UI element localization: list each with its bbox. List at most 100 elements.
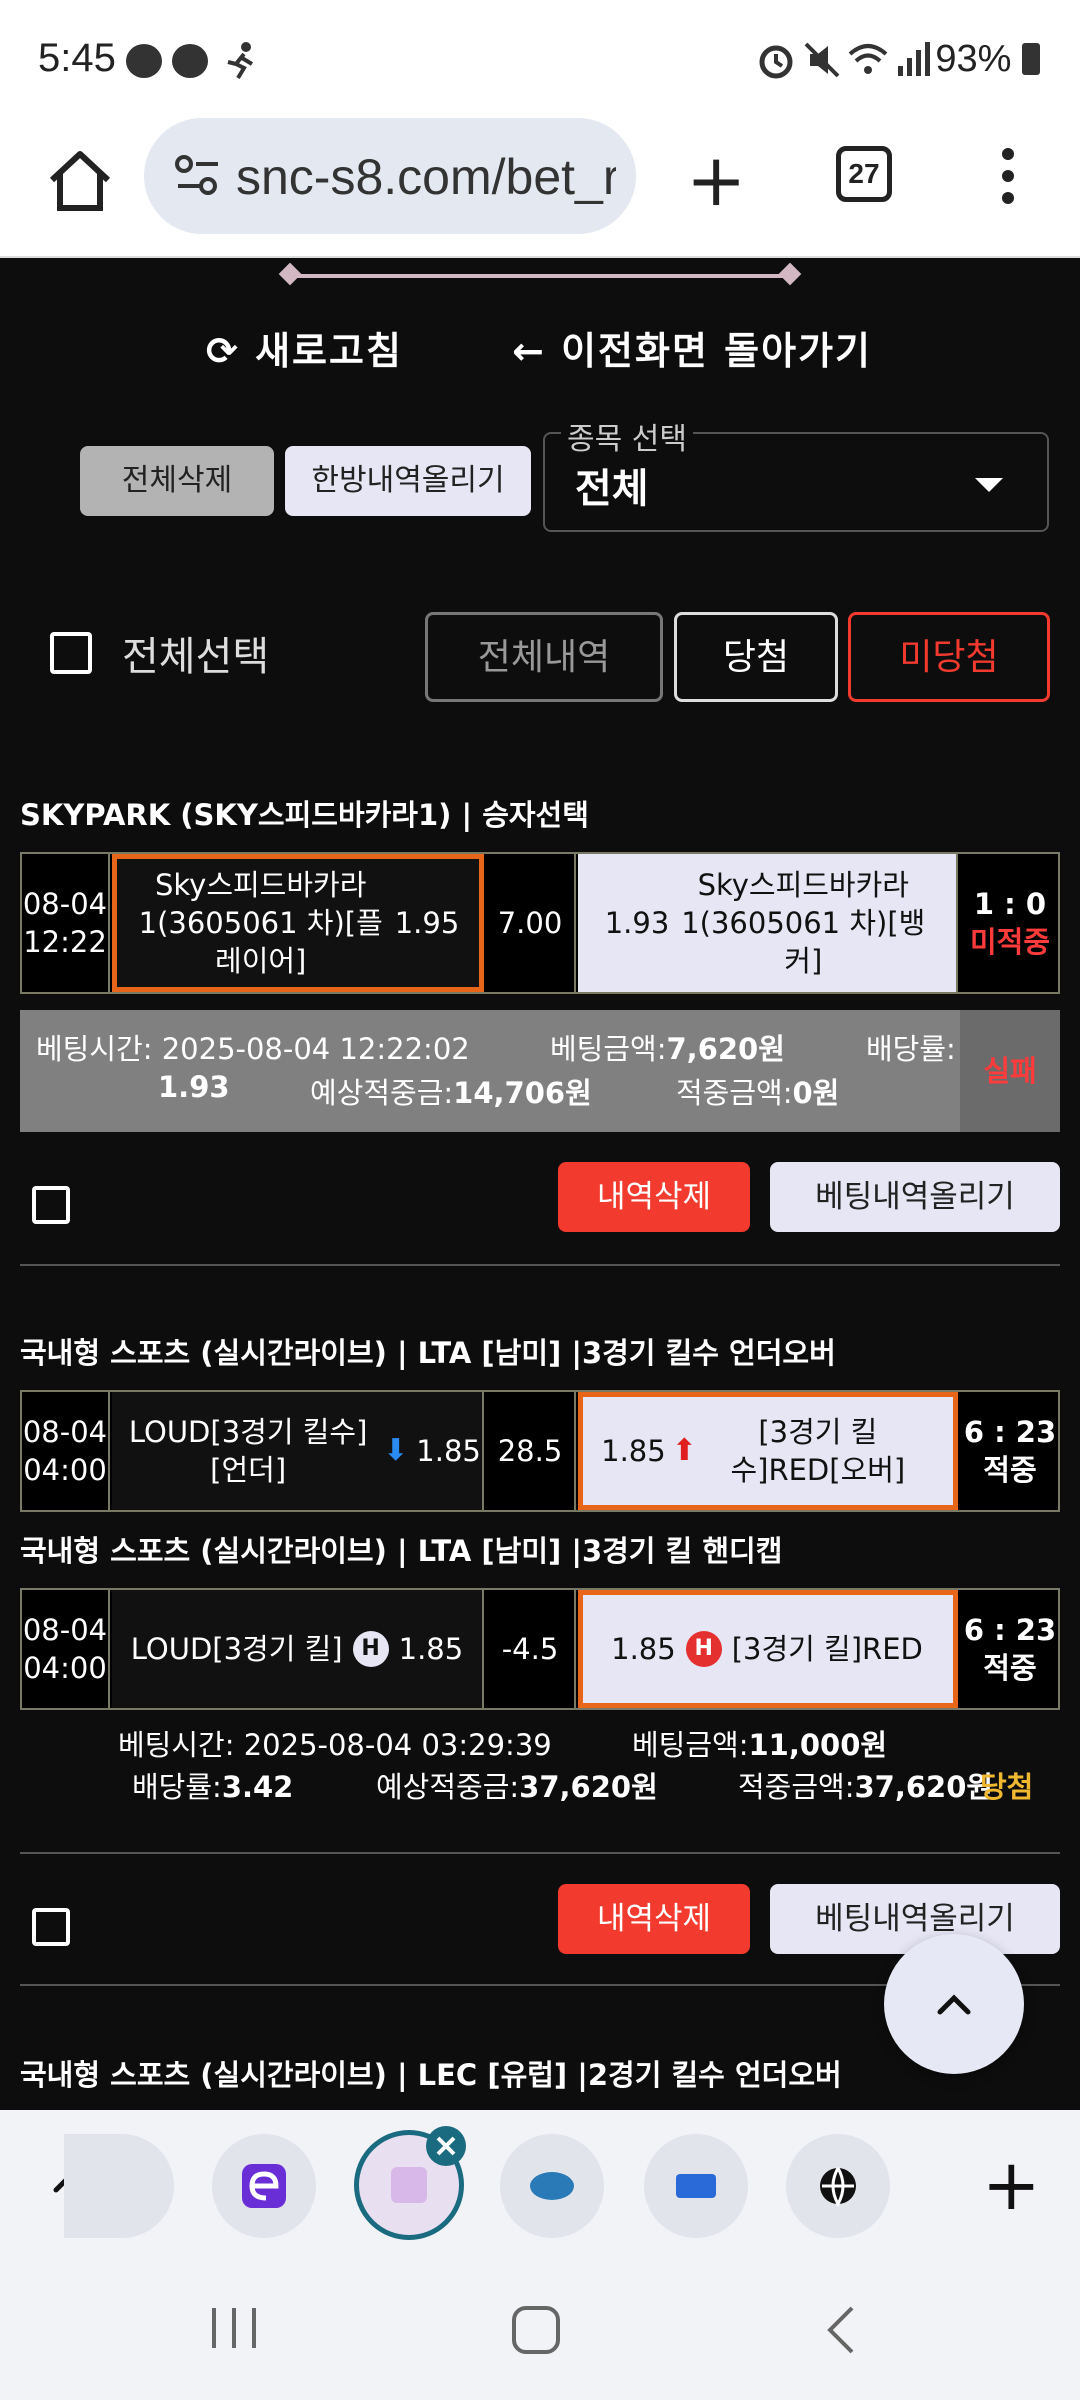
refresh-link[interactable]: ⟳ 새로고침 xyxy=(206,320,403,375)
arrow-down-icon: ⬇ xyxy=(383,1433,409,1468)
upload-all-button[interactable]: 한방내역올리기 xyxy=(285,446,531,516)
bet-time: 베팅시간: 2025-08-04 03:29:39 xyxy=(118,1728,552,1762)
wifi-icon xyxy=(848,44,888,74)
home-pick-cell[interactable]: LOUD[3경기 킬] H 1.85 xyxy=(112,1590,484,1708)
chevron-up-icon xyxy=(937,1994,971,2015)
browser-toolbar: snc-s8.com/bet_r + 27 xyxy=(0,118,1080,258)
away-pick-cell[interactable]: 1.85 ⬆ [3경기 킬수]RED[오버] xyxy=(578,1392,958,1510)
filter-lose-button[interactable]: 미당첨 xyxy=(848,612,1050,702)
game-datetime: 08-04 04:00 xyxy=(22,1590,110,1708)
tab-thumbnail[interactable] xyxy=(786,2134,890,2238)
status-time: 5:45 xyxy=(38,36,116,80)
draw-odds-cell[interactable]: 7.00 xyxy=(486,854,576,992)
won-amount: 적중금액:0원 xyxy=(676,1076,840,1110)
dolphin-app-icon xyxy=(530,2172,574,2200)
handicap-icon: H xyxy=(685,1631,722,1667)
game-result: 6 : 23 적중 xyxy=(963,1613,1057,1685)
tab-thumbnail[interactable] xyxy=(64,2134,174,2238)
more-menu-icon[interactable] xyxy=(1000,146,1016,206)
handicap-icon: H xyxy=(352,1631,389,1667)
expected-payout: 예상적중금:14,706원 xyxy=(310,1076,592,1110)
bet-row: 08-04 12:22 Sky스피드바카라1(3605061 차)[플레이어] 1… xyxy=(20,852,1060,994)
recent-apps-icon[interactable] xyxy=(206,2304,262,2352)
select-all-checkbox[interactable] xyxy=(50,632,92,674)
bet-info-panel: 베팅시간: 2025-08-04 12:22:02 베팅금액:7,620원 배당… xyxy=(20,1010,1060,1132)
status-bar: 5:45 93% xyxy=(0,0,1080,118)
edge-app-icon xyxy=(242,2164,286,2208)
dropdown-arrow-icon xyxy=(975,478,1003,492)
away-pick-cell[interactable]: 1.93 Sky스피드바카라1(3605061 차)[뱅커] xyxy=(578,854,958,992)
select-all-label: 전체선택 xyxy=(122,634,270,680)
arrow-left-icon: ← xyxy=(512,329,546,373)
sport-select-value: 전체 xyxy=(575,466,649,512)
bet-checkbox[interactable] xyxy=(32,1908,70,1946)
bet-row: 08-04 04:00 LOUD[3경기 킬수][언더] ⬇ 1.85 28.5 … xyxy=(20,1390,1060,1512)
scroll-top-button[interactable] xyxy=(884,1934,1024,2074)
decorative-divider xyxy=(290,274,790,278)
url-text: snc-s8.com/bet_r xyxy=(236,149,616,205)
line-cell[interactable]: 28.5 xyxy=(486,1392,576,1510)
home-pick-cell[interactable]: LOUD[3경기 킬수][언더] ⬇ 1.85 xyxy=(112,1392,484,1510)
sport-select[interactable]: 종목 선택 전체 xyxy=(543,414,1049,532)
delete-bet-button[interactable]: 내역삭제 xyxy=(558,1884,750,1954)
bet-title: 국내형 스포츠 (실시간라이브) | LTA [남미] |3경기 킬수 언더오버 xyxy=(20,1336,836,1370)
bet-status: 당첨 xyxy=(980,1770,1034,1804)
divider xyxy=(20,1852,1060,1854)
bet-history-page: ⟳ 새로고침 ← 이전화면 돌아가기 전체삭제 한방내역올리기 종목 선택 전체… xyxy=(0,258,1080,2110)
won-amount: 적중금액:37,620원 xyxy=(738,1770,994,1804)
bet-info-panel: 베팅시간: 2025-08-04 03:29:39 베팅금액:11,000원 배… xyxy=(20,1722,1060,1806)
divider xyxy=(20,1264,1060,1266)
game-datetime: 08-04 12:22 xyxy=(22,854,110,992)
bet-time: 베팅시간: 2025-08-04 12:22:02 xyxy=(36,1032,470,1066)
battery-level: 93% xyxy=(935,38,1040,81)
running-icon xyxy=(227,42,254,80)
home-icon[interactable] xyxy=(44,146,116,218)
game-result: 1 : 0 미적중 xyxy=(969,887,1051,959)
talk-notification-icon xyxy=(126,44,162,78)
close-tab-icon[interactable] xyxy=(424,2124,468,2168)
address-bar[interactable]: snc-s8.com/bet_r xyxy=(144,118,636,234)
game-result: 6 : 23 적중 xyxy=(963,1415,1057,1487)
arrow-up-icon: ⬆ xyxy=(671,1433,697,1468)
away-pick-cell[interactable]: 1.85 H [3경기 킬]RED xyxy=(578,1590,958,1708)
odds: 배당률:3.42 xyxy=(132,1770,294,1804)
expected-payout: 예상적중금:37,620원 xyxy=(376,1770,658,1804)
line-cell[interactable]: -4.5 xyxy=(486,1590,576,1708)
odds-label: 배당률: xyxy=(866,1032,956,1066)
bet-status: 실패 xyxy=(960,1010,1060,1132)
new-tab-icon[interactable]: + xyxy=(686,138,746,222)
tab-thumbnail[interactable] xyxy=(500,2134,604,2238)
delete-all-button[interactable]: 전체삭제 xyxy=(80,446,274,516)
back-link[interactable]: ← 이전화면 돌아가기 xyxy=(512,320,872,375)
filter-all-button[interactable]: 전체내역 xyxy=(425,612,663,702)
site-settings-icon[interactable] xyxy=(174,154,222,198)
new-tab-plus-icon[interactable]: + xyxy=(982,2144,1041,2226)
slot-app-icon xyxy=(676,2174,716,2198)
tab-thumbnail[interactable] xyxy=(212,2134,316,2238)
bet-amount: 베팅금액:7,620원 xyxy=(550,1032,785,1066)
bet-title: SKYPARK (SKY스피드바카라1) | 승자선택 xyxy=(20,798,589,832)
tab-thumbnail[interactable] xyxy=(644,2134,748,2238)
bet-row: 08-04 04:00 LOUD[3경기 킬] H 1.85 -4.5 1.85 … xyxy=(20,1588,1060,1710)
system-nav-bar xyxy=(0,2260,1080,2400)
signal-icon xyxy=(898,42,930,76)
chat-notification-icon xyxy=(172,44,208,78)
globe-icon xyxy=(820,2167,856,2208)
filter-win-button[interactable]: 당첨 xyxy=(674,612,838,702)
home-nav-icon[interactable] xyxy=(510,2304,562,2356)
browser-tab-bar: + xyxy=(0,2110,1080,2260)
bet-checkbox[interactable] xyxy=(32,1186,70,1224)
upload-bet-button[interactable]: 베팅내역올리기 xyxy=(770,1162,1060,1232)
sport-select-label: 종목 선택 xyxy=(561,414,693,458)
bet-amount: 베팅금액:11,000원 xyxy=(632,1728,888,1762)
home-pick-cell[interactable]: Sky스피드바카라1(3605061 차)[플레이어] 1.95 xyxy=(112,854,484,992)
back-nav-icon[interactable] xyxy=(820,2304,860,2356)
delete-bet-button[interactable]: 내역삭제 xyxy=(558,1162,750,1232)
bet-title: 국내형 스포츠 (실시간라이브) | LTA [남미] |3경기 킬 핸디캡 xyxy=(20,1534,783,1568)
game-datetime: 08-04 04:00 xyxy=(22,1392,110,1510)
odds-value: 1.93 xyxy=(158,1070,230,1104)
tab-count-button[interactable]: 27 xyxy=(836,146,892,202)
battery-icon xyxy=(1022,43,1040,75)
refresh-icon: ⟳ xyxy=(206,329,240,373)
alarm-icon xyxy=(759,45,793,79)
